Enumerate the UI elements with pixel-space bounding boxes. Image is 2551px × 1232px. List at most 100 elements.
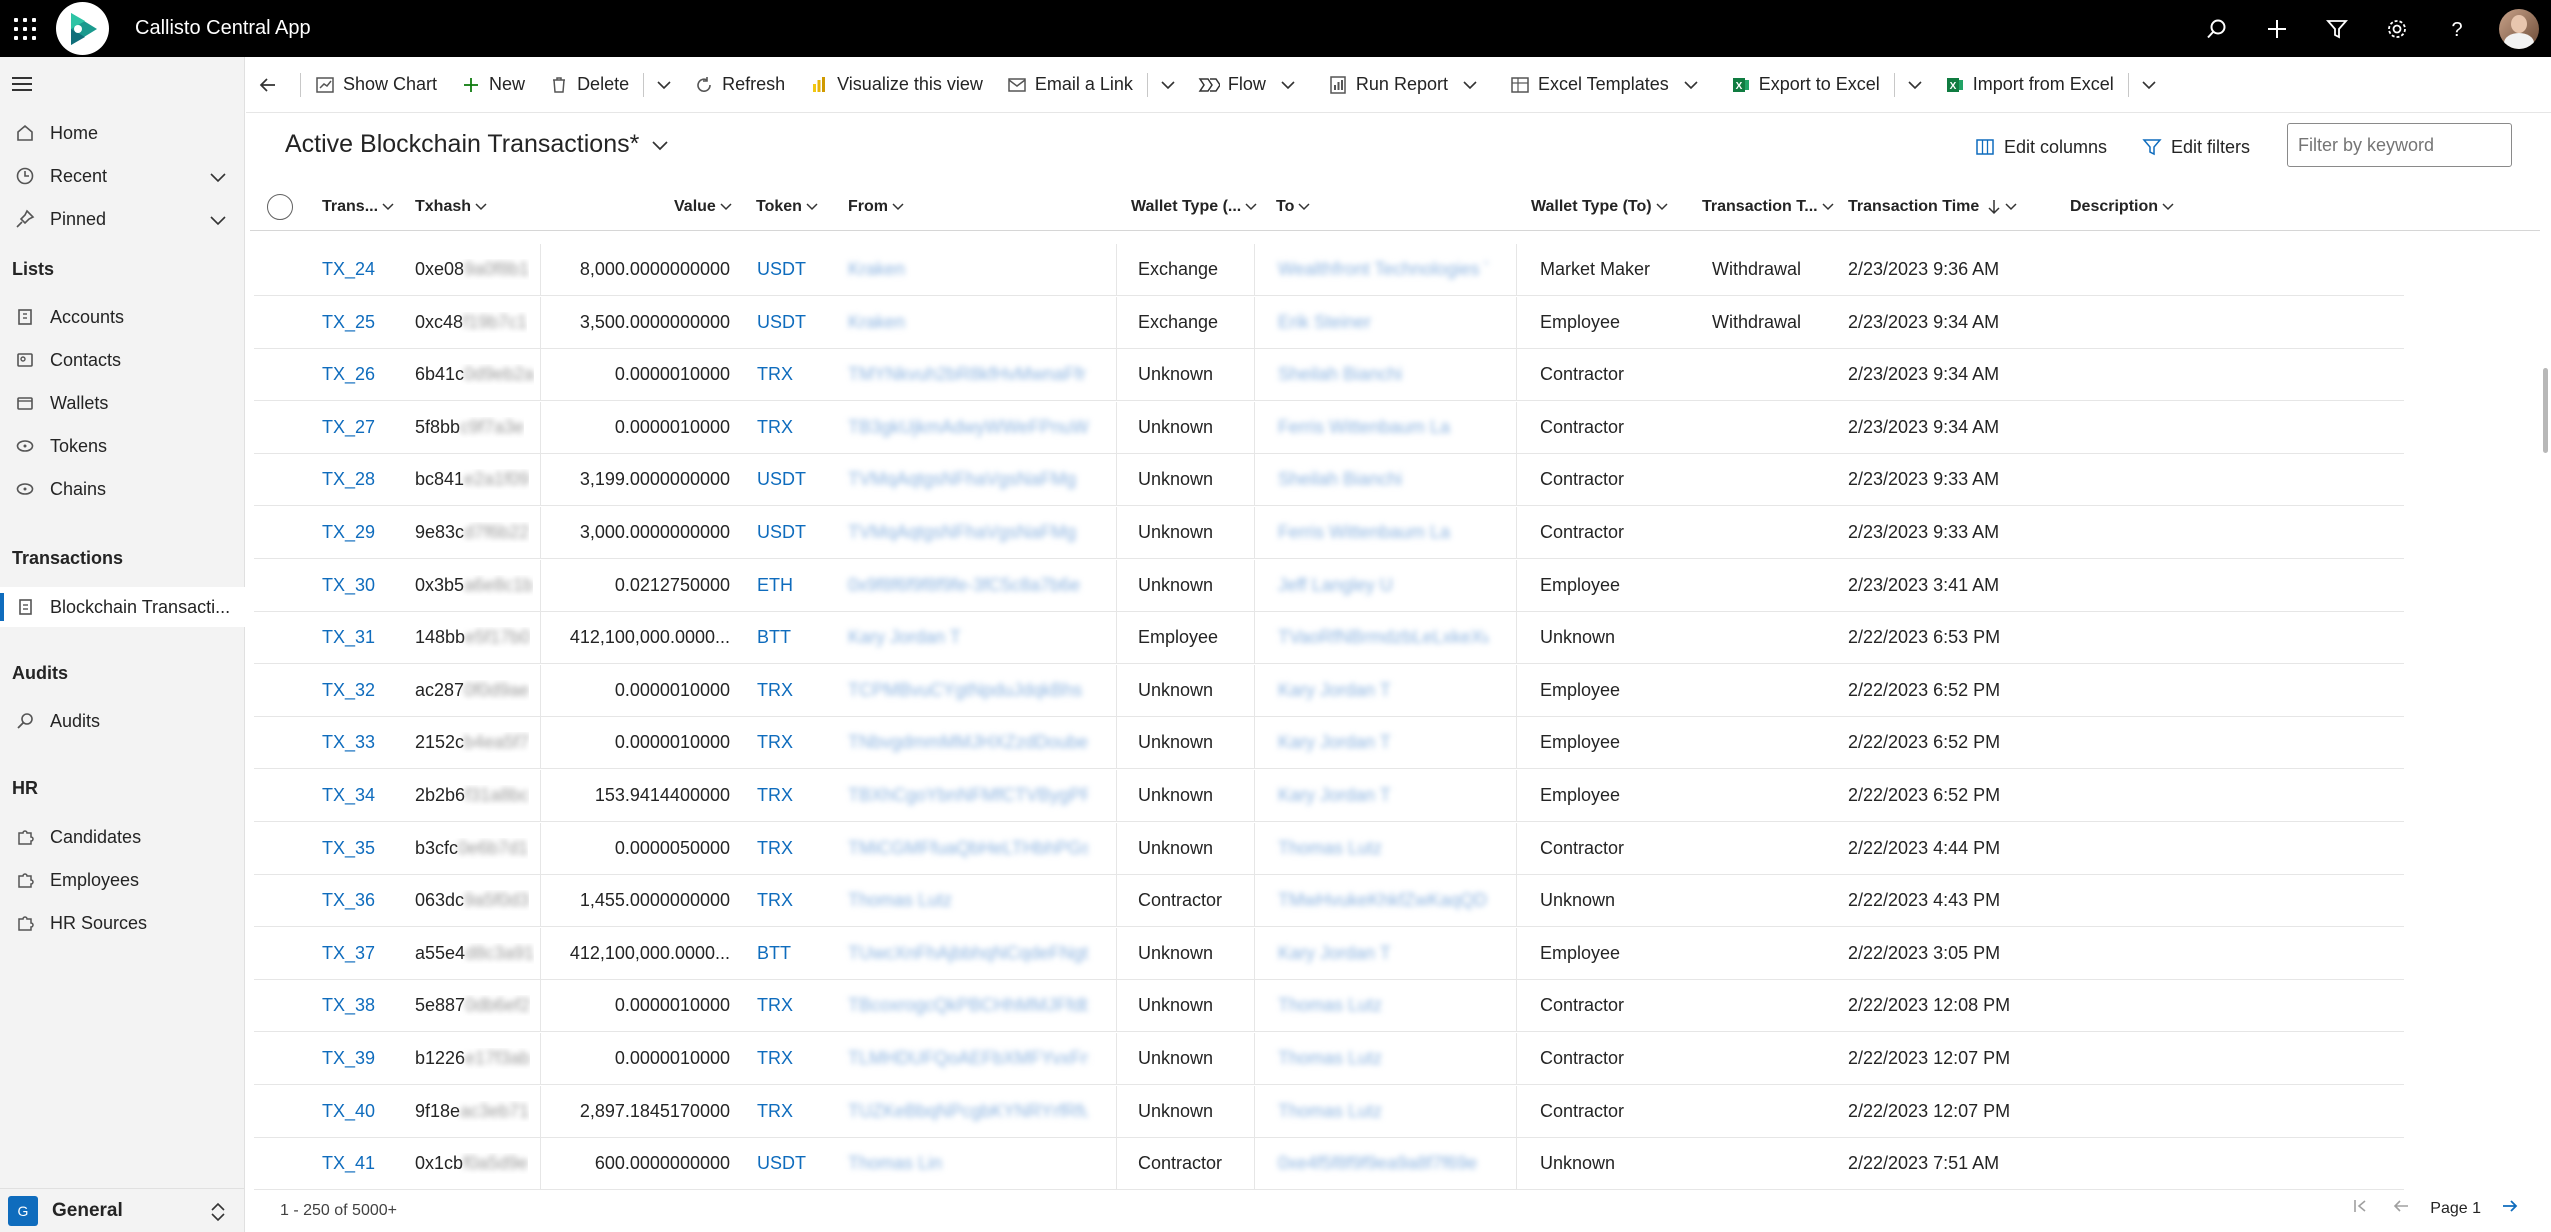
token-link[interactable]: TRX (757, 1048, 793, 1069)
sidebar-item-home[interactable]: Home (0, 113, 245, 153)
table-row[interactable]: TX_33 2152cb4ea5f7 0.0000010000 TRX TNbv… (254, 717, 2404, 770)
token-link[interactable]: TRX (757, 890, 793, 911)
token-link[interactable]: USDT (757, 259, 806, 280)
sidebar-item-pinned[interactable]: Pinned (0, 199, 245, 239)
avatar[interactable] (2499, 8, 2539, 49)
transaction-id-link[interactable]: TX_36 (322, 890, 375, 911)
transaction-id-link[interactable]: TX_40 (322, 1101, 375, 1122)
sidebar-item-blockchain-transactions[interactable]: Blockchain Transacti... (0, 587, 245, 627)
chevron-down-icon[interactable] (209, 168, 227, 189)
from-wallet-link[interactable]: Kraken (848, 312, 1088, 333)
visualize-view-button[interactable]: Visualize this view (797, 57, 995, 113)
column-header-txhash[interactable]: Txhash (415, 198, 487, 216)
sidebar-item-chains[interactable]: Chains (0, 469, 245, 509)
select-all-checkbox[interactable] (267, 194, 293, 220)
to-wallet-link[interactable]: TVaoRfNBrmdzbLeLxkeXwGTs (1278, 627, 1488, 648)
gear-icon[interactable] (2367, 0, 2427, 57)
app-launcher-icon[interactable] (12, 16, 36, 40)
table-row[interactable]: TX_31 148bbe5f17b0 412,100,000.0000... B… (254, 612, 2404, 665)
search-icon[interactable] (2187, 0, 2247, 57)
transaction-id-link[interactable]: TX_29 (322, 522, 375, 543)
back-button[interactable] (246, 57, 298, 113)
from-wallet-link[interactable]: TMYNkvuh2bR8kfHvMwnaFfr (848, 364, 1088, 385)
transaction-id-link[interactable]: TX_32 (322, 680, 375, 701)
token-link[interactable]: USDT (757, 522, 806, 543)
filter-icon[interactable] (2307, 0, 2367, 57)
view-selector[interactable]: Active Blockchain Transactions* (285, 130, 669, 159)
table-row[interactable]: TX_37 a55e4d8c3a91 412,100,000.0000... B… (254, 927, 2404, 980)
import-excel-button[interactable]: X Import from Excel (1933, 57, 2126, 113)
from-wallet-link[interactable]: TVMqAqtgsNFhaVgsNaFMg (848, 469, 1088, 490)
delete-button[interactable]: Delete (537, 57, 641, 113)
to-wallet-link[interactable]: Ferris Wittenbaum La (1278, 417, 1488, 438)
run-report-button[interactable]: Run Report (1316, 57, 1498, 113)
transaction-id-link[interactable]: TX_39 (322, 1048, 375, 1069)
to-wallet-link[interactable]: Thomas Lutz (1278, 1101, 1488, 1122)
more-delete-options-dropdown[interactable] (646, 57, 682, 113)
next-page-icon[interactable] (2501, 1198, 2519, 1219)
table-row[interactable]: TX_26 6b41c0d9eb2a 0.0000010000 TRX TMYN… (254, 349, 2404, 402)
token-link[interactable]: TRX (757, 417, 793, 438)
refresh-button[interactable]: Refresh (682, 57, 797, 113)
sidebar-item-audits[interactable]: Audits (0, 701, 245, 741)
table-row[interactable]: TX_35 b3cfc0e6b7d1 0.0000050000 TRX TMiC… (254, 822, 2404, 875)
previous-page-icon[interactable] (2392, 1198, 2410, 1219)
from-wallet-link[interactable]: TUwcXnFhAjbbhqNCqdeFNgt (848, 943, 1088, 964)
transaction-id-link[interactable]: TX_41 (322, 1153, 375, 1174)
first-page-icon[interactable] (2352, 1198, 2368, 1219)
email-link-button[interactable]: Email a Link (995, 57, 1145, 113)
column-header-value[interactable]: Value (674, 198, 732, 216)
from-wallet-link[interactable]: Kraken (848, 259, 1088, 280)
from-wallet-link[interactable]: TMiCGMFfuaQbHeLTHbhPGs (848, 838, 1088, 859)
table-row[interactable]: TX_40 9f18eac3eb71 2,897.1845170000 TRX … (254, 1085, 2404, 1138)
import-options-dropdown[interactable] (2131, 57, 2167, 113)
transaction-id-link[interactable]: TX_24 (322, 259, 375, 280)
to-wallet-link[interactable]: Erik Steiner (1278, 312, 1488, 333)
export-excel-button[interactable]: X Export to Excel (1719, 57, 1892, 113)
sidebar-item-contacts[interactable]: Contacts (0, 340, 245, 380)
edit-columns-button[interactable]: Edit columns (1975, 122, 2107, 172)
sidebar-item-tokens[interactable]: Tokens (0, 426, 245, 466)
token-link[interactable]: TRX (757, 785, 793, 806)
vertical-scrollbar[interactable] (2543, 368, 2548, 453)
token-link[interactable]: ETH (757, 575, 793, 596)
token-link[interactable]: TRX (757, 838, 793, 859)
from-wallet-link[interactable]: TBcoxrogcQkPBCHhMMJFfdb (848, 995, 1088, 1016)
token-link[interactable]: USDT (757, 469, 806, 490)
table-row[interactable]: TX_38 5e8870db6ef2 0.0000010000 TRX TBco… (254, 980, 2404, 1033)
to-wallet-link[interactable]: 0xe4f5f8f9f9ea9a8f7f69e (1278, 1153, 1488, 1174)
to-wallet-link[interactable]: Kary Jordan T (1278, 680, 1488, 701)
token-link[interactable]: TRX (757, 995, 793, 1016)
filter-keyword-input[interactable] (2287, 123, 2512, 167)
chevron-down-icon[interactable] (209, 211, 227, 232)
from-wallet-link[interactable]: TUZKeBbqNPcgbKYNRYrfRfu (848, 1101, 1088, 1122)
token-link[interactable]: USDT (757, 1153, 806, 1174)
table-row[interactable]: TX_25 0xc48f19b7c1 3,500.0000000000 USDT… (254, 296, 2404, 349)
table-row[interactable]: TX_28 bc841e2a1f09 3,199.0000000000 USDT… (254, 454, 2404, 507)
to-wallet-link[interactable]: Sheilah Bianchi (1278, 469, 1488, 490)
to-wallet-link[interactable]: Kary Jordan T (1278, 943, 1488, 964)
to-wallet-link[interactable]: Jeff Langley U (1278, 575, 1488, 596)
to-wallet-link[interactable]: Kary Jordan T (1278, 785, 1488, 806)
column-header-to[interactable]: To (1276, 198, 1310, 216)
transaction-id-link[interactable]: TX_37 (322, 943, 375, 964)
sidebar-item-wallets[interactable]: Wallets (0, 383, 245, 423)
table-row[interactable]: TX_34 2b2b6f31a8bc 153.9414400000 TRX TB… (254, 770, 2404, 822)
plus-icon[interactable] (2247, 0, 2307, 57)
column-header-token[interactable]: Token (756, 198, 818, 216)
sidebar-item-hr-sources[interactable]: HR Sources (0, 903, 245, 943)
token-link[interactable]: TRX (757, 732, 793, 753)
column-header-wallet-type-from[interactable]: Wallet Type (... (1131, 198, 1257, 216)
token-link[interactable]: TRX (757, 364, 793, 385)
flow-button[interactable]: Flow (1186, 57, 1316, 113)
app-title[interactable]: Callisto Central App (135, 17, 311, 40)
to-wallet-link[interactable]: Thomas Lutz (1278, 838, 1488, 859)
chevron-up-down-icon[interactable] (209, 1202, 227, 1227)
to-wallet-link[interactable]: Kary Jordan T (1278, 732, 1488, 753)
column-header-from[interactable]: From (848, 198, 904, 216)
from-wallet-link[interactable]: TVMqAqtgsNFhaVgsNaFMg (848, 522, 1088, 543)
sidebar-item-recent[interactable]: Recent (0, 156, 245, 196)
help-icon[interactable]: ? (2427, 0, 2487, 57)
table-row[interactable]: TX_39 b1226e17f3ab 0.0000010000 TRX TLMH… (254, 1033, 2404, 1085)
transaction-id-link[interactable]: TX_35 (322, 838, 375, 859)
